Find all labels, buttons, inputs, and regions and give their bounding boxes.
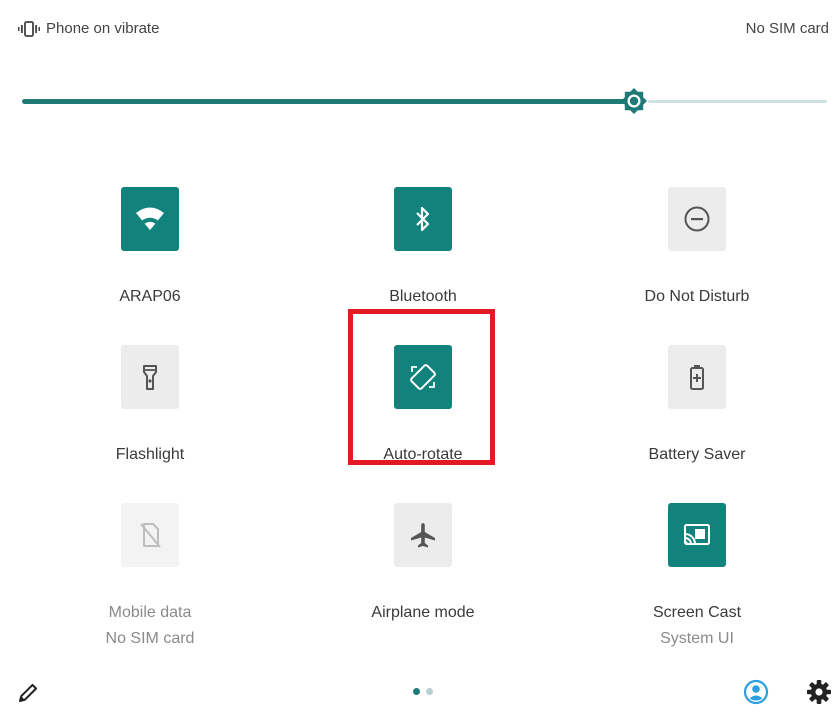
- wifi-icon: [136, 207, 164, 230]
- tile-sublabel: System UI: [660, 630, 734, 647]
- user-icon[interactable]: [743, 679, 769, 705]
- tile-bluetooth[interactable]: Bluetooth: [323, 187, 523, 307]
- airplane-icon: [411, 523, 435, 548]
- tile-battery-saver[interactable]: Battery Saver: [597, 345, 797, 465]
- do-not-disturb-icon: [684, 206, 710, 232]
- tile-mobile-data[interactable]: Mobile data No SIM card: [50, 503, 250, 650]
- tile-label: Do Not Disturb: [644, 288, 750, 305]
- brightness-track-remaining: [648, 100, 827, 103]
- page-dot-active: [413, 688, 420, 695]
- status-left: Phone on vibrate: [18, 20, 159, 37]
- bottom-bar: [0, 667, 833, 717]
- tile-flashlight[interactable]: Flashlight: [50, 345, 250, 465]
- cast-icon: [684, 524, 710, 545]
- mobile-data-toggle[interactable]: [121, 503, 179, 567]
- tile-label: ARAP06: [119, 288, 181, 305]
- tile-label: Battery Saver: [648, 446, 746, 463]
- tile-sublabel: No SIM card: [105, 630, 195, 647]
- tile-label: Flashlight: [115, 446, 185, 463]
- page-indicator: [413, 688, 433, 695]
- tile-label: Airplane mode: [371, 604, 475, 621]
- tile-screen-cast[interactable]: Screen Cast System UI: [597, 503, 797, 650]
- battery-saver-icon: [690, 365, 704, 390]
- screen-cast-toggle[interactable]: [668, 503, 726, 567]
- highlight-box: [348, 309, 495, 465]
- do-not-disturb-toggle[interactable]: [668, 187, 726, 251]
- tile-label: Mobile data: [108, 604, 192, 621]
- bluetooth-icon: [416, 206, 430, 232]
- bluetooth-toggle[interactable]: [394, 187, 452, 251]
- tile-wifi[interactable]: ARAP06: [50, 187, 250, 307]
- tile-airplane-mode[interactable]: Airplane mode: [323, 503, 523, 623]
- tile-do-not-disturb[interactable]: Do Not Disturb: [597, 187, 797, 307]
- flashlight-icon: [143, 365, 157, 390]
- tile-label: Bluetooth: [389, 288, 457, 305]
- gear-icon[interactable]: [806, 679, 832, 705]
- vibrate-icon: [18, 20, 40, 37]
- tile-label: Screen Cast: [652, 604, 742, 621]
- brightness-track-filled: [22, 99, 634, 104]
- sim-status-text: No SIM card: [745, 20, 829, 37]
- battery-saver-toggle[interactable]: [668, 345, 726, 409]
- brightness-slider[interactable]: [22, 88, 827, 114]
- flashlight-toggle[interactable]: [121, 345, 179, 409]
- airplane-mode-toggle[interactable]: [394, 503, 452, 567]
- brightness-icon[interactable]: [617, 84, 651, 118]
- vibrate-status-text: Phone on vibrate: [46, 20, 160, 37]
- no-sim-icon: [140, 523, 161, 548]
- wifi-toggle[interactable]: [121, 187, 179, 251]
- pencil-icon[interactable]: [16, 681, 40, 705]
- page-dot: [426, 688, 433, 695]
